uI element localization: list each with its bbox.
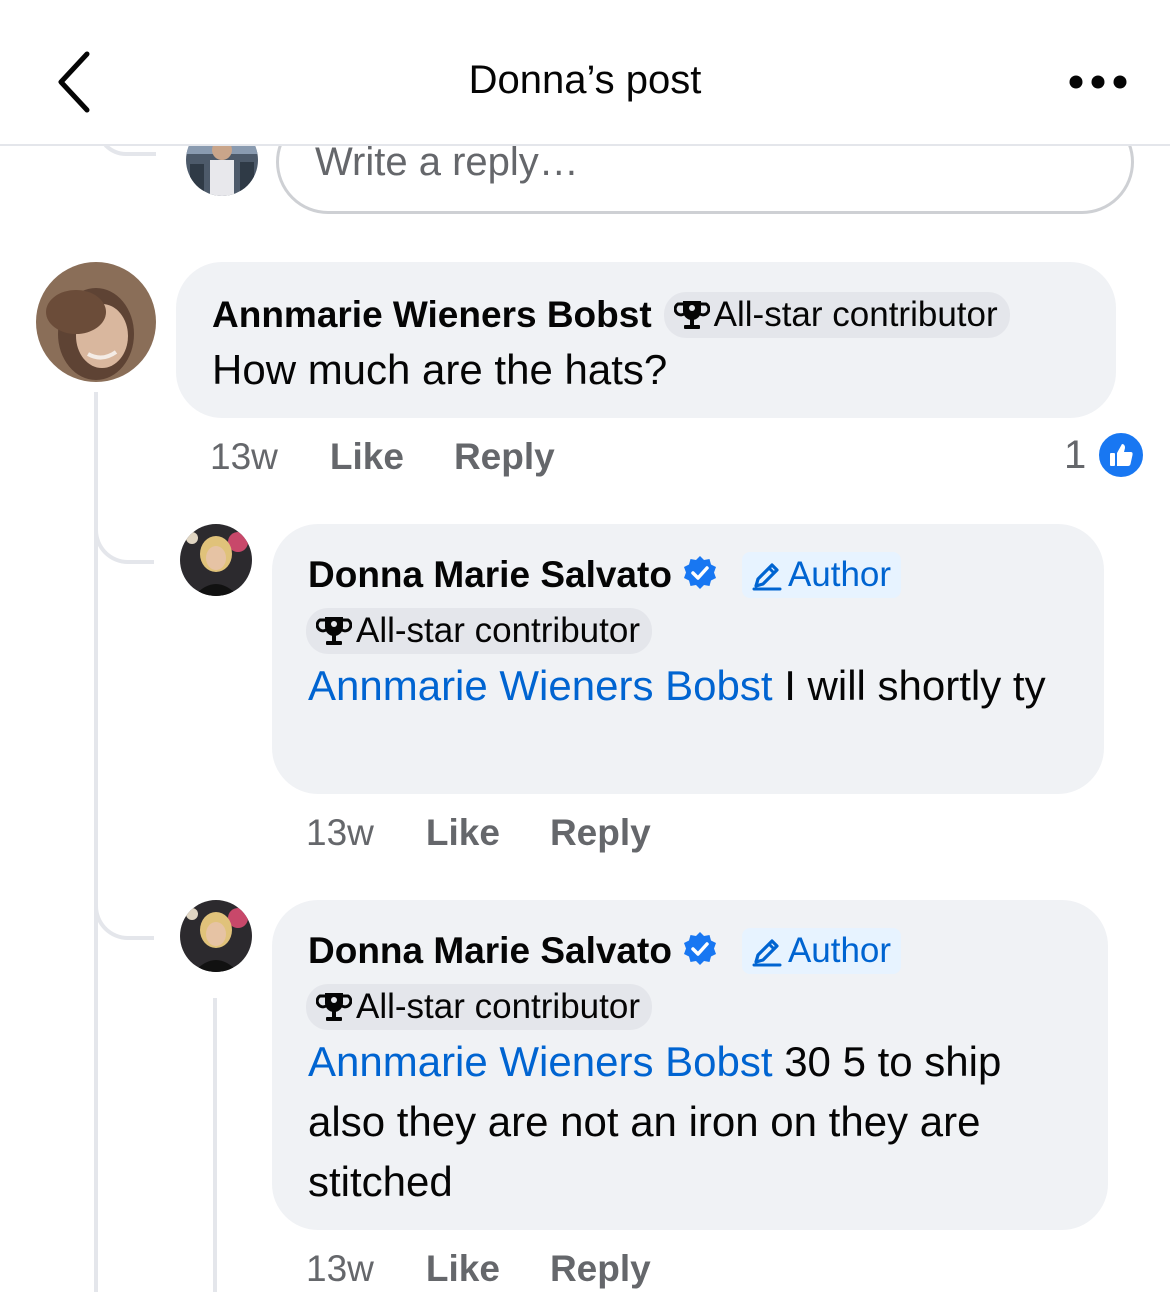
thread-branch — [94, 504, 154, 564]
badge-label: All-star contributor — [713, 295, 998, 334]
verified-badge-icon — [682, 555, 718, 596]
trophy-icon — [316, 993, 352, 1021]
comment-actions: 13w Like Reply — [306, 812, 651, 854]
comment-actions: 13w Like Reply — [210, 436, 555, 478]
like-button[interactable]: Like — [426, 1248, 500, 1290]
avatar[interactable] — [180, 524, 252, 596]
author-badge: Author — [741, 928, 902, 974]
badge-label: All-star contributor — [356, 987, 640, 1026]
reaction-summary[interactable]: 1 — [1064, 430, 1147, 480]
comment-time[interactable]: 13w — [306, 812, 374, 854]
trophy-icon — [316, 617, 352, 645]
badge-label: All-star contributor — [356, 611, 640, 650]
all-star-badge: All-star contributor — [306, 608, 652, 654]
reply-button[interactable]: Reply — [550, 1248, 651, 1290]
thread-line — [213, 998, 217, 1292]
verified-badge-icon — [682, 931, 718, 972]
comment-actions: 13w Like Reply — [306, 1248, 651, 1290]
all-star-badge: All-star contributor — [306, 984, 652, 1030]
author-label: Author — [787, 931, 892, 970]
thread-branch — [94, 880, 154, 940]
page-title: Donna’s post — [468, 58, 702, 102]
comment-bubble: Annmarie Wieners Bobst All-star contribu… — [176, 262, 1116, 418]
reaction-count: 1 — [1064, 432, 1087, 477]
top-bar: Donna’s post — [0, 0, 1170, 146]
comment-text: Annmarie Wieners Bobst I will shortly ty — [308, 656, 1078, 716]
all-star-badge: All-star contributor — [663, 292, 1010, 338]
trophy-icon — [673, 301, 710, 329]
comment-bubble: Donna Marie Salvato Author All-star cont… — [272, 524, 1104, 794]
reply-button[interactable]: Reply — [550, 812, 651, 854]
author-label: Author — [787, 555, 892, 594]
comment-text: How much are the hats? — [212, 346, 668, 393]
comment-author[interactable]: Annmarie Wieners Bobst — [212, 294, 652, 336]
pencil-icon — [752, 563, 782, 591]
comment-author[interactable]: Donna Marie Salvato — [308, 554, 672, 596]
avatar[interactable] — [180, 900, 252, 972]
mention-link[interactable]: Annmarie Wieners Bobst — [308, 1038, 773, 1085]
mention-link[interactable]: Annmarie Wieners Bobst — [308, 662, 773, 709]
comment-time[interactable]: 13w — [210, 436, 278, 478]
comment-author[interactable]: Donna Marie Salvato — [308, 930, 672, 972]
pencil-icon — [752, 939, 782, 967]
comment-text: Annmarie Wieners Bobst 30 5 to ship also… — [308, 1032, 1088, 1212]
like-button[interactable]: Like — [330, 436, 404, 478]
like-button[interactable]: Like — [426, 812, 500, 854]
comment-bubble: Donna Marie Salvato Author All-star cont… — [272, 900, 1108, 1230]
author-badge: Author — [741, 552, 902, 598]
avatar[interactable] — [36, 262, 156, 382]
more-horizontal-icon — [1069, 75, 1127, 89]
thumbs-up-icon — [1096, 430, 1147, 480]
comment-time[interactable]: 13w — [306, 1248, 374, 1290]
more-options-button[interactable] — [1060, 60, 1136, 104]
reply-button[interactable]: Reply — [454, 436, 555, 478]
comment-body: I will shortly ty — [772, 662, 1046, 709]
